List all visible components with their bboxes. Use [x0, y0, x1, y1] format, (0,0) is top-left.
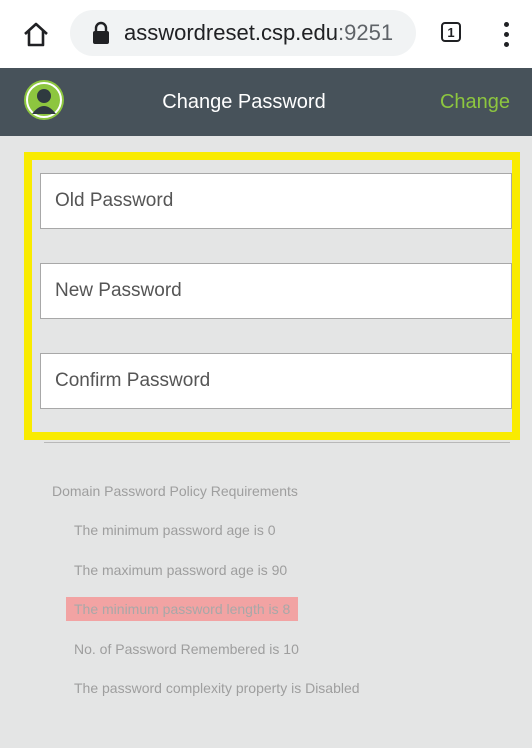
- new-password-field[interactable]: [40, 263, 512, 319]
- policy-item-remembered: No. of Password Remembered is 10: [74, 641, 299, 657]
- change-button[interactable]: Change: [440, 68, 510, 136]
- address-bar[interactable]: asswordreset.csp.edu:9251: [70, 10, 416, 56]
- app-header: Change Password Change: [0, 68, 532, 136]
- policy-item-complexity: The password complexity property is Disa…: [74, 680, 360, 696]
- url-text: asswordreset.csp.edu:9251: [124, 20, 393, 46]
- policy-item-min-length: The minimum password length is 8: [66, 597, 299, 621]
- browser-menu-button[interactable]: [494, 16, 518, 52]
- confirm-password-field[interactable]: [40, 353, 512, 409]
- browser-toolbar: asswordreset.csp.edu:9251 1: [0, 0, 532, 68]
- home-button[interactable]: [20, 18, 52, 50]
- policy-heading: Domain Password Policy Requirements: [52, 483, 298, 499]
- url-host: asswordreset.csp.edu: [124, 20, 338, 45]
- page-title: Change Password: [162, 91, 326, 113]
- policy-item-max-age: The maximum password age is 90: [74, 562, 288, 578]
- lock-icon: [93, 21, 109, 44]
- tab-count: 1: [447, 24, 455, 40]
- home-icon: [24, 22, 48, 47]
- policy-item-min-age: The minimum password age is 0: [74, 522, 276, 538]
- old-password-field[interactable]: [40, 173, 512, 229]
- tab-switcher-button[interactable]: 1: [441, 22, 461, 42]
- url-port: :9251: [338, 20, 394, 45]
- divider: [44, 442, 510, 443]
- more-vert-icon: [503, 21, 509, 27]
